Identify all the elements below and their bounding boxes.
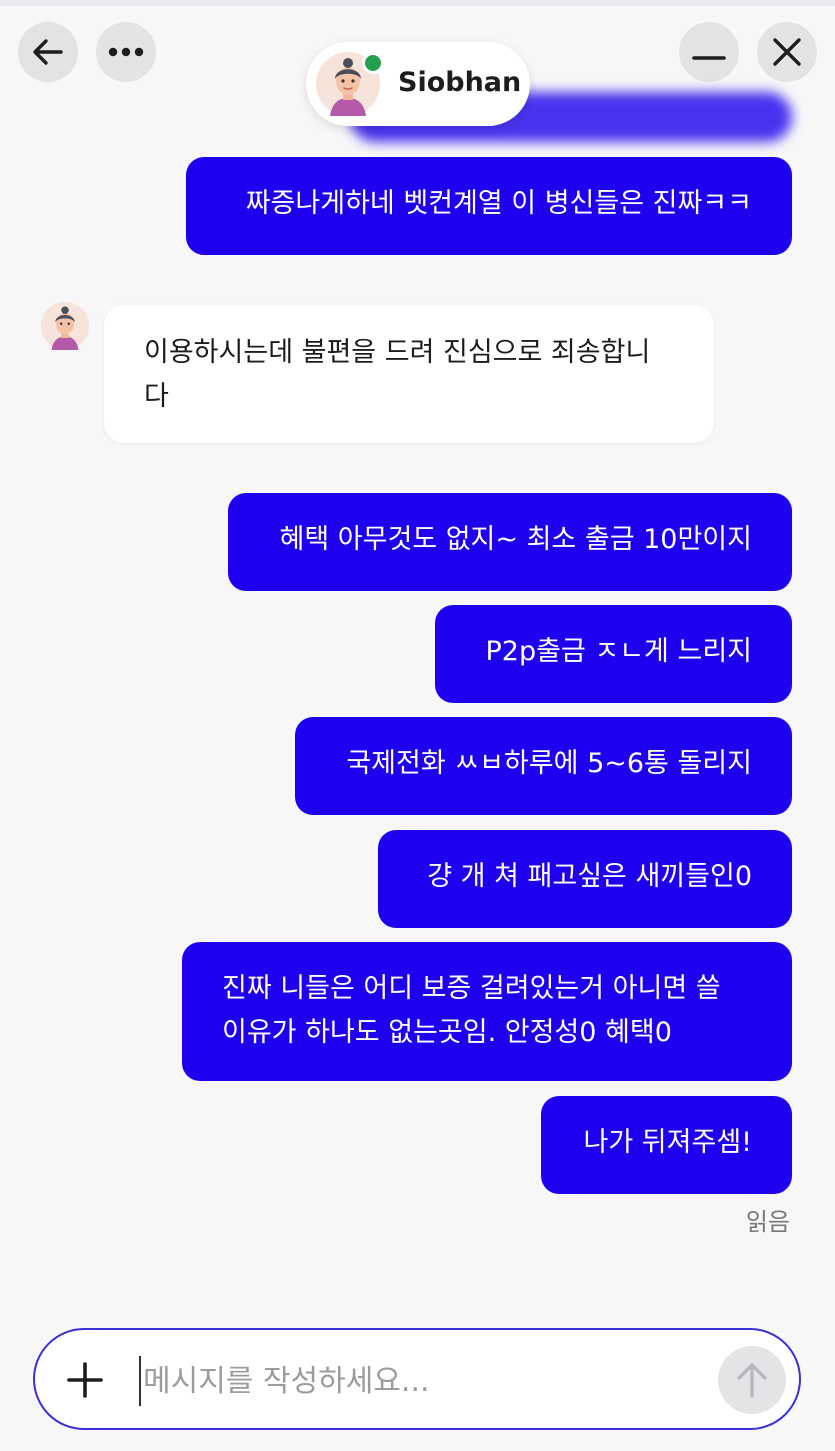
send-button[interactable] bbox=[718, 1346, 786, 1414]
plus-icon bbox=[67, 1362, 103, 1398]
message-composer bbox=[33, 1328, 801, 1430]
minimize-button[interactable] bbox=[679, 22, 739, 82]
close-button[interactable] bbox=[757, 22, 817, 82]
minimize-icon bbox=[692, 56, 726, 60]
back-button[interactable] bbox=[18, 22, 78, 82]
message-bubble-outgoing: 혜택 아무것도 없지~ 최소 출금 10만이지 bbox=[228, 493, 792, 591]
message-input[interactable] bbox=[139, 1356, 705, 1406]
online-status-dot bbox=[362, 52, 384, 74]
agent-message-avatar bbox=[41, 302, 89, 350]
attach-button[interactable] bbox=[65, 1360, 105, 1400]
message-bubble-incoming: 이용하시는데 불편을 드려 진심으로 죄송합니다 bbox=[104, 305, 714, 443]
more-icon bbox=[108, 47, 144, 57]
arrow-up-icon bbox=[737, 1363, 767, 1398]
agent-header-pill[interactable]: Siobhan bbox=[306, 42, 530, 126]
read-receipt: 읽음 bbox=[745, 1208, 790, 1236]
more-options-button[interactable] bbox=[96, 22, 156, 82]
message-bubble-outgoing: P2p출금 ㅈㄴ게 느리지 bbox=[435, 605, 792, 703]
top-edge bbox=[0, 0, 835, 6]
agent-name: Siobhan bbox=[398, 67, 522, 98]
message-bubble-outgoing: 걍 개 쳐 패고싶은 새끼들인0 bbox=[378, 830, 792, 928]
message-bubble-outgoing: 짜증나게하네 벳컨계열 이 병신들은 진짜ㅋㅋ bbox=[186, 157, 792, 255]
message-bubble-outgoing: 국제전화 ㅆㅂ하루에 5~6통 돌리지 bbox=[295, 717, 792, 815]
back-arrow-icon bbox=[33, 39, 63, 65]
close-icon bbox=[773, 38, 801, 66]
message-bubble-outgoing: 진짜 니들은 어디 보증 걸려있는거 아니면 쓸 이유가 하나도 없는곳임. 안… bbox=[182, 942, 792, 1081]
message-bubble-outgoing: 나가 뒤져주셈! bbox=[541, 1096, 792, 1194]
